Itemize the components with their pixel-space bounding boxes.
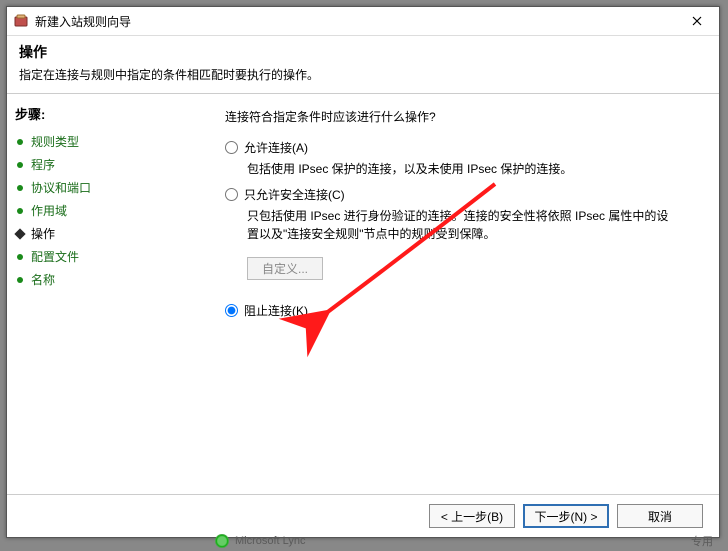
step-rule-type[interactable]: 规则类型 xyxy=(15,133,187,150)
step-label: 作用域 xyxy=(31,202,67,219)
radio-secure[interactable] xyxy=(225,188,238,201)
close-button[interactable] xyxy=(675,7,719,35)
customize-button: 自定义... xyxy=(247,257,323,280)
page-description: 指定在连接与规则中指定的条件相匹配时要执行的操作。 xyxy=(19,66,707,83)
wizard-header: 操作 指定在连接与规则中指定的条件相匹配时要执行的操作。 xyxy=(7,36,719,94)
step-action[interactable]: 操作 xyxy=(15,225,187,242)
step-label: 名称 xyxy=(31,271,55,288)
next-button[interactable]: 下一步(N) > xyxy=(523,504,609,528)
wizard-window: 新建入站规则向导 操作 指定在连接与规则中指定的条件相匹配时要执行的操作。 步骤… xyxy=(6,6,720,538)
bullet-icon xyxy=(15,160,25,170)
option-allow: 允许连接(A) 包括使用 IPsec 保护的连接，以及未使用 IPsec 保护的… xyxy=(225,139,701,178)
back-button[interactable]: < 上一步(B) xyxy=(429,504,515,528)
option-block: 阻止连接(K) xyxy=(225,302,701,319)
step-protocol-ports[interactable]: 协议和端口 xyxy=(15,179,187,196)
cancel-button[interactable]: 取消 xyxy=(617,504,703,528)
bullet-icon xyxy=(15,275,25,285)
step-scope[interactable]: 作用域 xyxy=(15,202,187,219)
bullet-icon xyxy=(15,183,25,193)
step-label: 规则类型 xyxy=(31,133,79,150)
radio-block-label[interactable]: 阻止连接(K) xyxy=(244,302,308,319)
wizard-body: 步骤: 规则类型 程序 协议和端口 作用域 操作 配置文件 名称 连接符合指定条… xyxy=(7,94,719,502)
close-icon xyxy=(692,16,702,26)
step-label: 操作 xyxy=(31,225,55,242)
wizard-footer: < 上一步(B) 下一步(N) > 取消 xyxy=(7,494,719,537)
step-label: 程序 xyxy=(31,156,55,173)
bullet-icon xyxy=(15,252,25,262)
step-label: 协议和端口 xyxy=(31,179,91,196)
question-text: 连接符合指定条件时应该进行什么操作? xyxy=(225,108,701,125)
bullet-icon xyxy=(15,206,25,216)
secure-description: 只包括使用 IPsec 进行身份验证的连接。连接的安全性将依照 IPsec 属性… xyxy=(247,207,677,243)
steps-heading: 步骤: xyxy=(15,104,187,123)
steps-sidebar: 步骤: 规则类型 程序 协议和端口 作用域 操作 配置文件 名称 xyxy=(7,94,195,502)
step-name[interactable]: 名称 xyxy=(15,271,187,288)
page-title: 操作 xyxy=(19,42,707,62)
allow-description: 包括使用 IPsec 保护的连接，以及未使用 IPsec 保护的连接。 xyxy=(247,160,677,178)
step-program[interactable]: 程序 xyxy=(15,156,187,173)
radio-allow-label[interactable]: 允许连接(A) xyxy=(244,139,308,156)
main-pane: 连接符合指定条件时应该进行什么操作? 允许连接(A) 包括使用 IPsec 保护… xyxy=(195,94,719,502)
step-label: 配置文件 xyxy=(31,248,79,265)
step-profile[interactable]: 配置文件 xyxy=(15,248,187,265)
option-secure: 只允许安全连接(C) 只包括使用 IPsec 进行身份验证的连接。连接的安全性将… xyxy=(225,186,701,294)
bullet-icon xyxy=(15,229,25,239)
titlebar: 新建入站规则向导 xyxy=(7,7,719,36)
radio-block[interactable] xyxy=(225,304,238,317)
bullet-icon xyxy=(15,137,25,147)
app-icon xyxy=(13,13,29,29)
radio-secure-label[interactable]: 只允许安全连接(C) xyxy=(244,186,345,203)
window-title: 新建入站规则向导 xyxy=(35,13,675,30)
radio-allow[interactable] xyxy=(225,141,238,154)
